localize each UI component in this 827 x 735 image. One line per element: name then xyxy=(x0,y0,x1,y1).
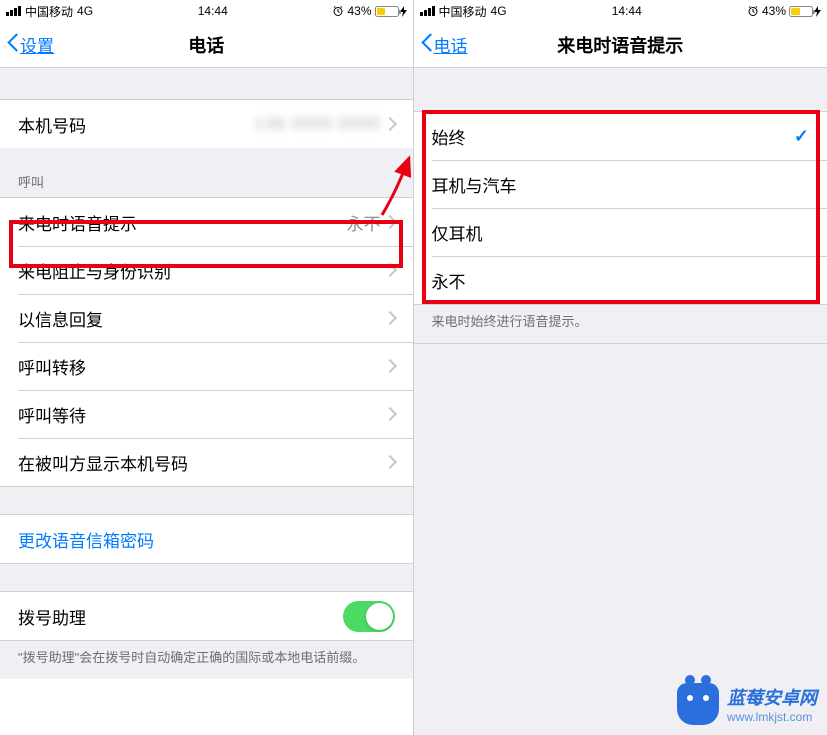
nav-header: 电话 来电时语音提示 xyxy=(414,22,827,68)
chevron-right-icon xyxy=(387,359,395,373)
alarm-icon xyxy=(332,5,344,17)
call-forwarding-row[interactable]: 呼叫转移 xyxy=(0,342,413,390)
status-time: 14:44 xyxy=(198,4,228,18)
logo-icon xyxy=(677,683,719,725)
back-label: 设置 xyxy=(20,32,54,57)
watermark: 蓝莓安卓网 www.lmkjst.com xyxy=(677,683,817,725)
watermark-url: www.lmkjst.com xyxy=(727,710,817,724)
options-footer: 来电时始终进行语音提示。 xyxy=(414,304,827,343)
signal-icon xyxy=(420,6,435,16)
alarm-icon xyxy=(747,5,759,17)
charging-icon xyxy=(814,6,821,17)
chevron-right-icon xyxy=(387,407,395,421)
dial-assist-toggle[interactable] xyxy=(343,601,395,632)
announce-calls-row[interactable]: 来电时语音提示 永不 xyxy=(0,198,413,246)
page-title: 来电时语音提示 xyxy=(557,32,683,58)
chevron-right-icon xyxy=(387,263,395,277)
option-headphones-car[interactable]: 耳机与汽车 xyxy=(414,160,827,208)
status-time: 14:44 xyxy=(612,4,642,18)
chevron-right-icon xyxy=(387,455,395,469)
back-button[interactable]: 设置 xyxy=(8,32,54,57)
status-bar: 中国移动 4G 14:44 43% xyxy=(0,0,413,22)
battery-icon xyxy=(789,6,813,17)
chevron-right-icon xyxy=(387,215,395,229)
call-blocking-row[interactable]: 来电阻止与身份识别 xyxy=(0,246,413,294)
call-section-header: 呼叫 xyxy=(0,148,413,198)
page-title: 电话 xyxy=(188,32,224,58)
status-bar: 中国移动 4G 14:44 43% xyxy=(414,0,827,22)
carrier-label: 中国移动 xyxy=(25,3,73,20)
announce-value: 永不 xyxy=(347,210,381,235)
announce-calls-screen: 中国移动 4G 14:44 43% 电话 来电时语音提示 xyxy=(414,0,827,735)
watermark-title: 蓝莓安卓网 xyxy=(727,684,817,710)
option-never[interactable]: 永不 xyxy=(414,256,827,304)
charging-icon xyxy=(400,6,407,17)
phone-settings-screen: 中国移动 4G 14:44 43% 设置 电话 本 xyxy=(0,0,414,735)
signal-icon xyxy=(6,6,21,16)
show-caller-id-row[interactable]: 在被叫方显示本机号码 xyxy=(0,438,413,486)
option-headphones-only[interactable]: 仅耳机 xyxy=(414,208,827,256)
chevron-left-icon xyxy=(8,35,20,55)
option-always[interactable]: 始终 ✓ xyxy=(414,112,827,160)
change-voicemail-pwd-row[interactable]: 更改语音信箱密码 xyxy=(0,515,413,563)
call-waiting-row[interactable]: 呼叫等待 xyxy=(0,390,413,438)
announce-label: 来电时语音提示 xyxy=(18,210,137,235)
respond-with-text-row[interactable]: 以信息回复 xyxy=(0,294,413,342)
my-number-label: 本机号码 xyxy=(18,112,86,137)
chevron-right-icon xyxy=(387,311,395,325)
dial-assist-footer: "拨号助理"会在拨号时自动确定正确的国际或本地电话前缀。 xyxy=(0,640,413,679)
battery-icon xyxy=(375,6,399,17)
my-number-row[interactable]: 本机号码 138 0000 0000 xyxy=(0,100,413,148)
chevron-right-icon xyxy=(387,117,395,131)
network-label: 4G xyxy=(77,4,93,18)
chevron-left-icon xyxy=(422,35,434,55)
battery-pct: 43% xyxy=(347,4,371,18)
dial-assist-row[interactable]: 拨号助理 xyxy=(0,592,413,640)
back-button[interactable]: 电话 xyxy=(422,32,468,57)
my-number-value: 138 0000 0000 xyxy=(254,114,380,134)
back-label: 电话 xyxy=(434,32,468,57)
nav-header: 设置 电话 xyxy=(0,22,413,68)
check-icon: ✓ xyxy=(794,126,809,147)
